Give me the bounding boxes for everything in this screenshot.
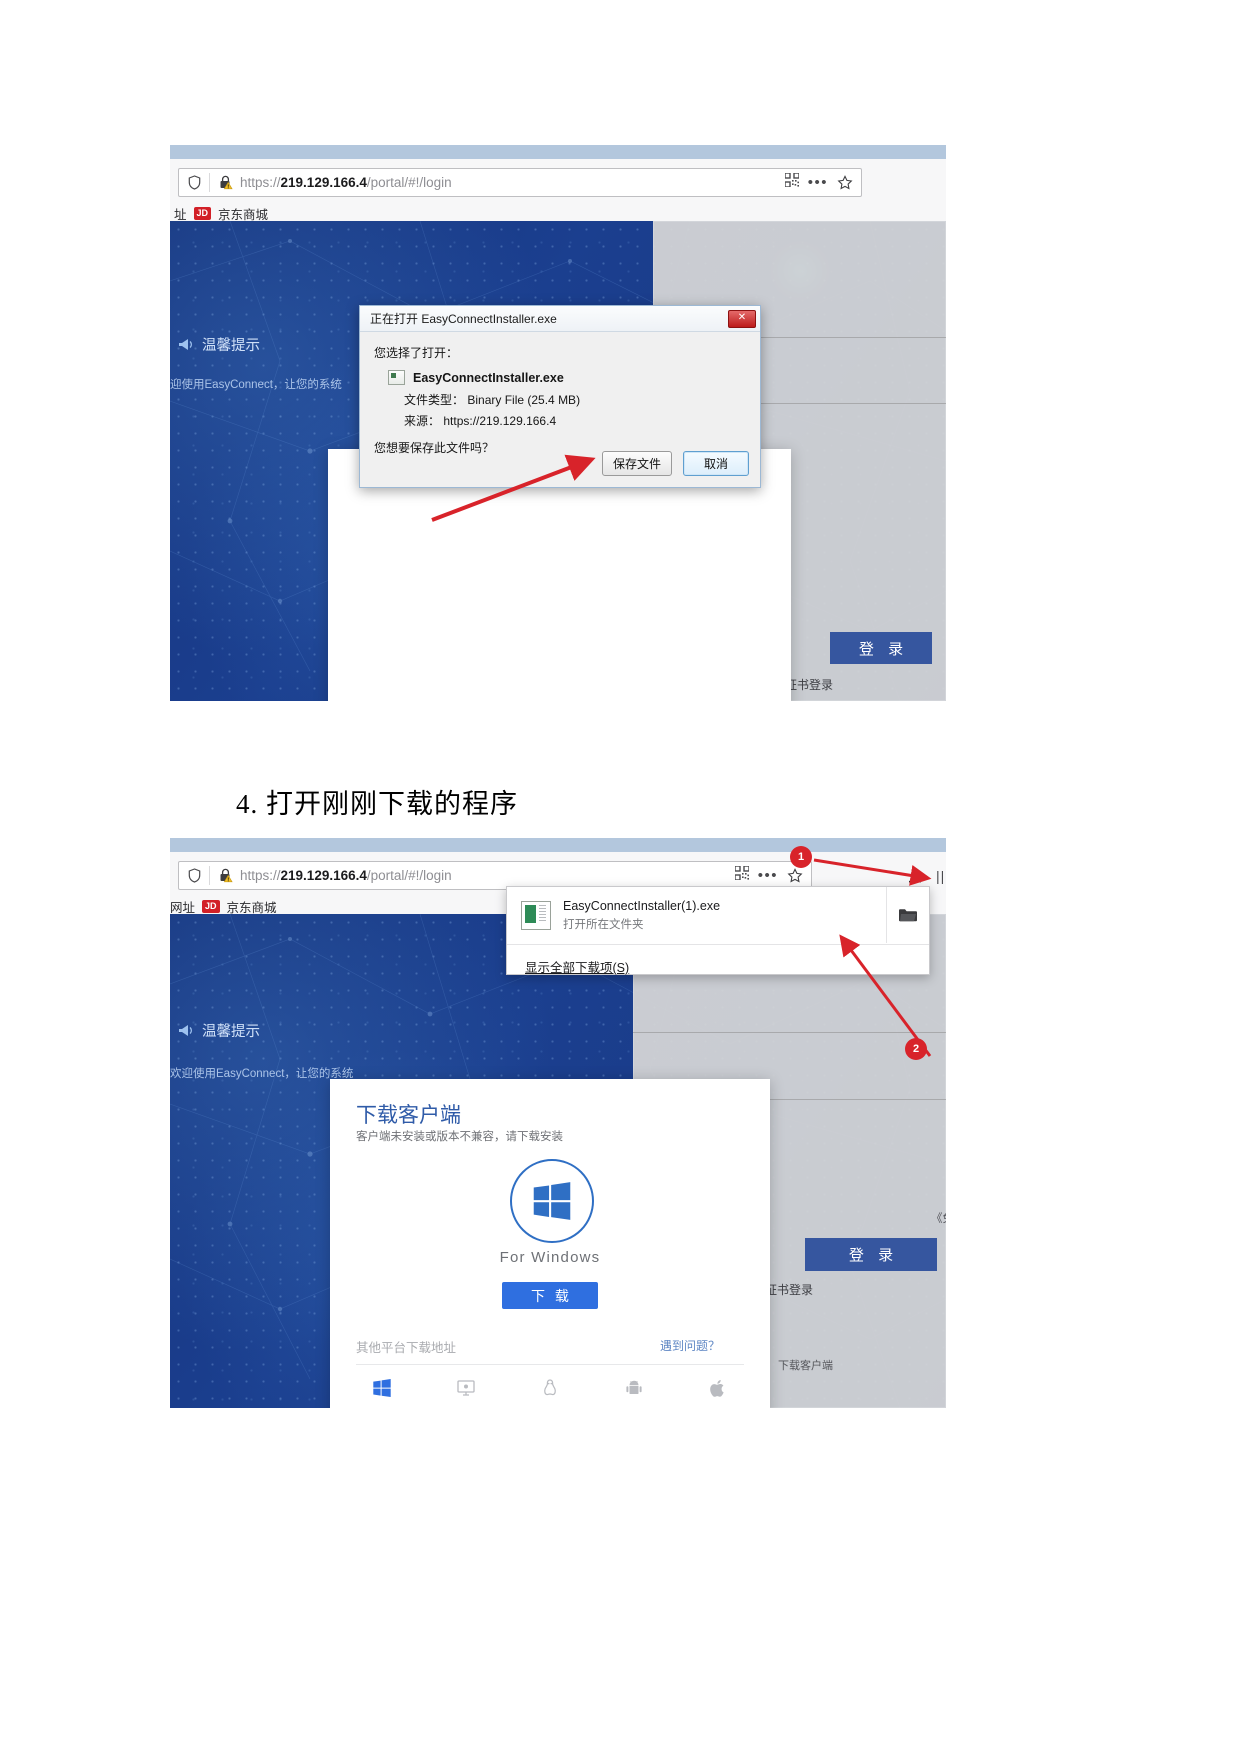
mac-monitor-icon-2 bbox=[424, 1378, 508, 1403]
dialog-source-row: 来源： https://219.129.166.4 bbox=[404, 412, 746, 429]
dialog-filetype-row: 文件类型： Binary File (25.4 MB) bbox=[404, 391, 746, 408]
show-all-downloads-label: 显示全部下载项 bbox=[525, 961, 613, 975]
close-icon[interactable]: ✕ bbox=[728, 309, 756, 328]
lock-warning-icon[interactable] bbox=[210, 175, 233, 190]
platform-tab-windows-2[interactable]: Windows bbox=[340, 1378, 424, 1408]
browser-titlebar-2 bbox=[170, 838, 946, 852]
for-windows-label-2: For Windows bbox=[499, 1249, 601, 1266]
dialog-title: 正在打开 EasyConnectInstaller.exe bbox=[370, 312, 557, 326]
download-button-2[interactable]: 下 载 bbox=[502, 1282, 598, 1309]
bookmark-badge-jd: JD bbox=[193, 207, 212, 220]
qr-code-icon[interactable] bbox=[784, 172, 800, 192]
show-all-downloads[interactable]: 显示全部下载项(S) bbox=[507, 945, 929, 988]
save-file-button[interactable]: 保存文件 bbox=[601, 451, 672, 476]
downloads-popup: EasyConnectInstaller(1).exe 打开所在文件夹 显示全部… bbox=[506, 886, 930, 975]
download-client-footer-2[interactable]: 下载客户端 bbox=[778, 1357, 833, 1373]
card-divider-2 bbox=[356, 1364, 744, 1365]
megaphone-icon bbox=[179, 339, 192, 350]
cancel-button[interactable]: 取消 bbox=[683, 451, 749, 476]
annotation-badge-1: 1 bbox=[790, 846, 812, 868]
other-platforms-label-2: 其他平台下载地址 bbox=[356, 1341, 457, 1355]
dialog-intro: 您选择了打开： bbox=[374, 346, 459, 360]
qr-code-icon-2[interactable] bbox=[734, 865, 750, 885]
open-folder-icon[interactable] bbox=[886, 887, 929, 943]
shield-icon-2[interactable] bbox=[179, 868, 209, 883]
browser-titlebar bbox=[170, 145, 946, 159]
linux-penguin-icon-2 bbox=[508, 1378, 592, 1403]
open-file-dialog: 正在打开 EasyConnectInstaller.exe ✕ 您选择了打开： … bbox=[359, 305, 761, 488]
screenshot-firefox-save-dialog: https://219.129.166.4/portal/#!/login ••… bbox=[170, 145, 946, 701]
windows-logo-circle bbox=[510, 1159, 594, 1243]
windows-icon-large bbox=[533, 1182, 571, 1220]
dialog-filetype-value: Binary File (25.4 MB) bbox=[467, 393, 581, 407]
megaphone-icon-2 bbox=[179, 1025, 192, 1036]
platform-tabs-2[interactable]: Windows Mac Linux bbox=[340, 1378, 760, 1408]
platform-tab-ios-2[interactable]: iOS bbox=[676, 1378, 760, 1408]
show-all-downloads-accesskey: (S) bbox=[612, 961, 630, 975]
dialog-source-value: https://219.129.166.4 bbox=[443, 414, 557, 428]
tip-row: 温馨提示 bbox=[178, 334, 260, 355]
download-item-action: 打开所在文件夹 bbox=[563, 919, 644, 931]
download-client-card-2: 下载客户端 客户端未安装或版本不兼容，请下载安装 For Windows 下 载… bbox=[330, 1079, 770, 1408]
library-icon[interactable]: ||| bbox=[936, 868, 946, 884]
exe-file-icon bbox=[388, 370, 405, 385]
url-text-2[interactable]: https://219.129.166.4/portal/#!/login bbox=[233, 868, 735, 883]
download-item[interactable]: EasyConnectInstaller(1).exe 打开所在文件夹 bbox=[507, 887, 929, 945]
dialog-buttons: 保存文件 取消 bbox=[601, 451, 749, 476]
cert-login-link[interactable]: 证书登录 bbox=[785, 676, 833, 693]
tip-row-2: 温馨提示 bbox=[178, 1020, 260, 1041]
trouble-link-2[interactable]: 遇到问题？ bbox=[660, 1337, 720, 1354]
exe-file-icon-2 bbox=[521, 901, 551, 930]
windows-icon-2 bbox=[340, 1378, 424, 1403]
tip-title-2: 温馨提示 bbox=[202, 1024, 260, 1040]
tip-body: 迎使用EasyConnect，让您的系统 bbox=[170, 379, 342, 391]
disclaimer-link-2[interactable]: 《免责声明》 bbox=[931, 1210, 946, 1226]
annotation-badge-2: 2 bbox=[905, 1038, 927, 1060]
download-card-subtitle: 客户端未安装或版本不兼容，请下载安装 bbox=[356, 1131, 563, 1143]
bookmark-star-icon-2[interactable] bbox=[787, 867, 803, 884]
dialog-titlebar: 正在打开 EasyConnectInstaller.exe ✕ bbox=[360, 306, 760, 332]
page-actions-icon[interactable]: ••• bbox=[808, 175, 828, 190]
android-robot-icon-2 bbox=[592, 1378, 676, 1403]
tip-title: 温馨提示 bbox=[202, 338, 260, 354]
lock-warning-icon-2[interactable] bbox=[210, 868, 233, 883]
screenshot-firefox-downloads-popup: https://219.129.166.4/portal/#!/login ••… bbox=[170, 838, 946, 1408]
platform-tab-android-2[interactable]: Android bbox=[592, 1378, 676, 1408]
portal-hero-2: 温馨提示 欢迎使用EasyConnect，让您的系统 《免责声明》 登 录 证书… bbox=[170, 914, 946, 1408]
dialog-filetype-label: 文件类型： bbox=[404, 393, 465, 407]
apple-icon-2 bbox=[676, 1378, 760, 1403]
login-divider-1b bbox=[633, 1032, 946, 1033]
platform-tab-linux-2[interactable]: Linux bbox=[508, 1378, 592, 1408]
browser-toolbar-area: https://219.129.166.4/portal/#!/login ••… bbox=[170, 159, 946, 222]
bookmark-star-icon[interactable] bbox=[837, 174, 853, 191]
login-button[interactable]: 登 录 bbox=[830, 632, 932, 664]
url-text[interactable]: https://219.129.166.4/portal/#!/login bbox=[233, 175, 785, 190]
dialog-body: 您选择了打开： EasyConnectInstaller.exe 文件类型： B… bbox=[360, 332, 760, 456]
cert-login-link-2[interactable]: 证书登录 bbox=[765, 1281, 813, 1298]
bookmark-badge-jd-2: JD bbox=[202, 900, 220, 913]
tip-body-2: 欢迎使用EasyConnect，让您的系统 bbox=[170, 1068, 354, 1080]
download-item-name: EasyConnectInstaller(1).exe bbox=[563, 899, 721, 913]
address-bar[interactable]: https://219.129.166.4/portal/#!/login ••… bbox=[178, 168, 862, 197]
dialog-filename: EasyConnectInstaller.exe bbox=[413, 370, 564, 385]
page-actions-icon-2[interactable]: ••• bbox=[758, 868, 778, 883]
page-title: 4. 打开刚刚下载的程序 bbox=[236, 789, 518, 819]
download-card-title: 下载客户端 bbox=[356, 1104, 461, 1127]
shield-icon[interactable] bbox=[179, 175, 209, 190]
download-arrow-icon[interactable] bbox=[904, 865, 926, 887]
login-button-2[interactable]: 登 录 bbox=[805, 1238, 937, 1271]
dialog-file-row: EasyConnectInstaller.exe bbox=[388, 370, 746, 385]
platform-tab-mac-2[interactable]: Mac bbox=[424, 1378, 508, 1408]
dialog-source-label: 来源： bbox=[404, 414, 441, 428]
